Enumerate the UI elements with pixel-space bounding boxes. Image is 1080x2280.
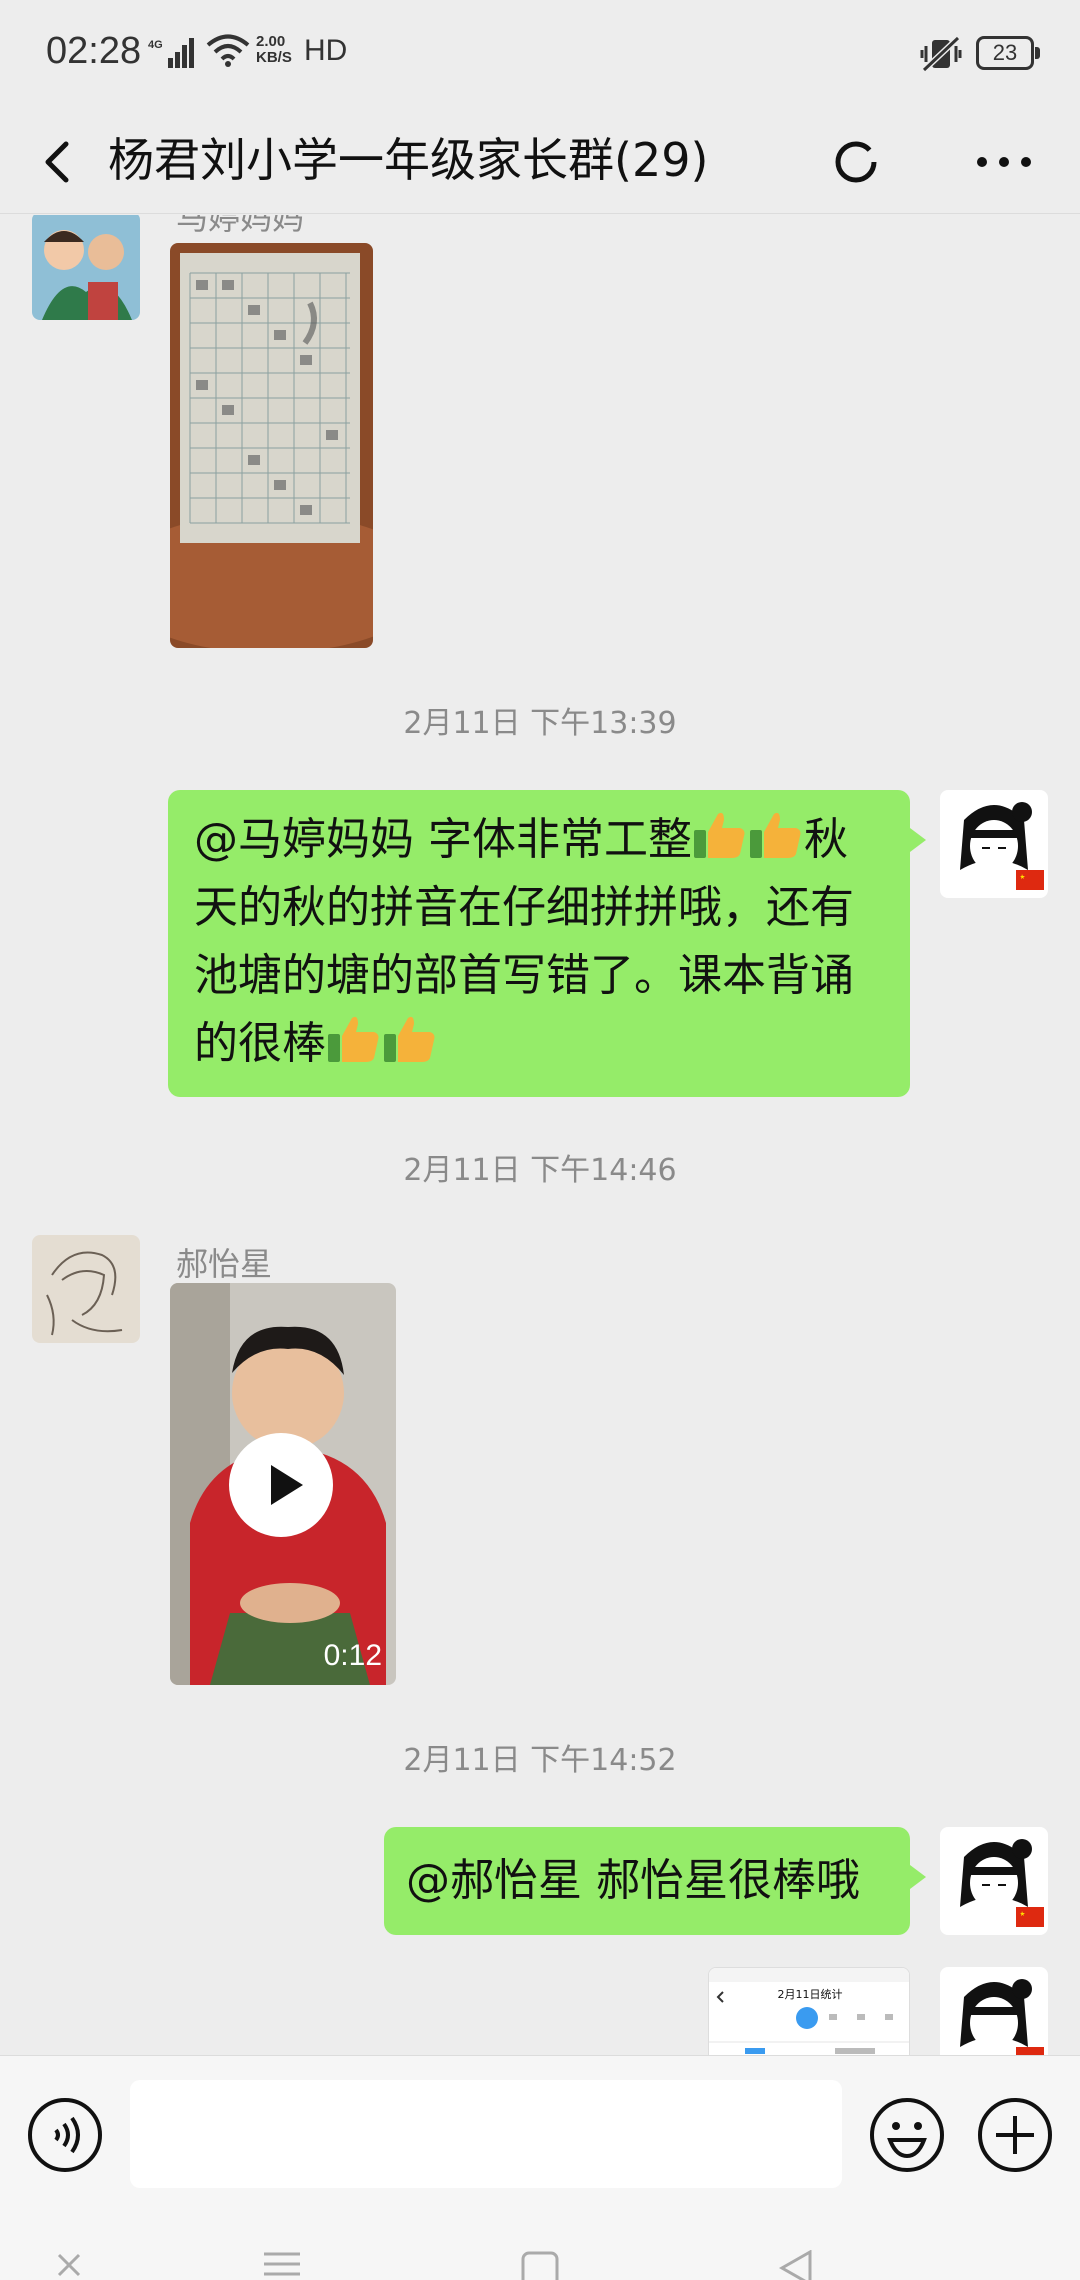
thumbs-up-icon — [328, 1016, 379, 1062]
message-list[interactable]: 马婷妈妈 2月11日 下午13:39 @马婷妈妈 字体非常工整 秋 天的秋的拼音… — [0, 215, 1080, 2055]
video-duration: 0:12 — [323, 1639, 382, 1672]
home-icon[interactable] — [520, 2250, 560, 2280]
message-text: 池塘的塘的部首写错了。课本背诵 — [194, 950, 854, 1001]
chat-title: 杨君刘小学一年级家长群(29) — [108, 133, 709, 187]
status-time: 02:28 — [46, 30, 142, 72]
circle-icon[interactable] — [818, 124, 894, 200]
message-text: 的很棒 — [194, 1018, 326, 1069]
signal-4g-icon: 4G — [148, 38, 194, 68]
play-icon[interactable] — [227, 1431, 335, 1539]
net-speed: 2.00 KB/S — [256, 34, 292, 66]
plus-icon[interactable] — [976, 2096, 1054, 2174]
sender-name: 马婷妈妈 — [176, 215, 305, 237]
homework-photo[interactable] — [170, 243, 373, 648]
net-speed-value: 2.00 — [256, 33, 286, 50]
thumbs-up-icon — [750, 812, 801, 858]
more-dots-icon[interactable] — [966, 124, 1042, 200]
message-text: @郝怡星 郝怡星很棒哦 — [406, 1855, 860, 1906]
voice-icon[interactable] — [26, 2096, 104, 2174]
battery-indicator: 23 — [976, 36, 1040, 70]
close-icon[interactable] — [54, 2250, 84, 2280]
message-text: 秋 — [804, 814, 848, 865]
message-input[interactable] — [130, 2080, 842, 2188]
wifi-icon — [206, 34, 250, 67]
chat-header: 杨君刘小学一年级家长群(29) — [0, 110, 1080, 214]
screenshot-thumbnail[interactable]: 2月11日统计 — [708, 1967, 910, 2055]
avatar-self[interactable] — [940, 1967, 1048, 2055]
sender-name: 郝怡星 — [176, 1245, 273, 1283]
avatar-self[interactable] — [940, 790, 1048, 898]
screenshot-preview-graphic — [709, 1968, 909, 2054]
video-message[interactable]: 0:12 — [170, 1283, 396, 1685]
timestamp: 2月11日 下午14:52 — [403, 1743, 677, 1778]
net-speed-unit: KB/S — [256, 49, 292, 66]
message-text: @马婷妈妈 字体非常工整 — [194, 814, 692, 865]
thumbs-up-icon — [384, 1016, 435, 1062]
timestamp: 2月11日 下午13:39 — [403, 706, 677, 741]
hd-label: HD — [304, 34, 348, 67]
avatar-self[interactable] — [940, 1827, 1048, 1935]
menu-icon[interactable] — [262, 2250, 302, 2280]
smiley-icon[interactable] — [868, 2096, 946, 2174]
svg-text:4G: 4G — [148, 39, 163, 51]
system-navigation-bar — [0, 2210, 1080, 2280]
status-bar: 02:28 4G 2.00 KB/S HD 23 — [0, 0, 1080, 110]
message-bubble-self[interactable]: @马婷妈妈 字体非常工整 秋 天的秋的拼音在仔细拼拼哦，还有 池塘的塘的部首写错了… — [168, 790, 926, 1097]
thumbs-up-icon — [694, 812, 745, 858]
avatar[interactable] — [32, 215, 140, 320]
preview-title: 2月11日统计 — [777, 1988, 843, 2001]
chat-screen: 02:28 4G 2.00 KB/S HD 23 杨君刘小学一年级家长群(29)… — [0, 0, 1080, 2280]
chevron-left-icon[interactable] — [22, 124, 98, 200]
timestamp: 2月11日 下午14:46 — [403, 1153, 677, 1188]
message-bubble-self[interactable]: @郝怡星 郝怡星很棒哦 — [384, 1827, 926, 1935]
vibrate-mute-icon — [920, 35, 962, 73]
back-triangle-icon[interactable] — [776, 2250, 816, 2280]
input-bar — [0, 2055, 1080, 2210]
avatar[interactable] — [32, 1235, 140, 1343]
message-text: 天的秋的拼音在仔细拼拼哦，还有 — [194, 882, 854, 933]
